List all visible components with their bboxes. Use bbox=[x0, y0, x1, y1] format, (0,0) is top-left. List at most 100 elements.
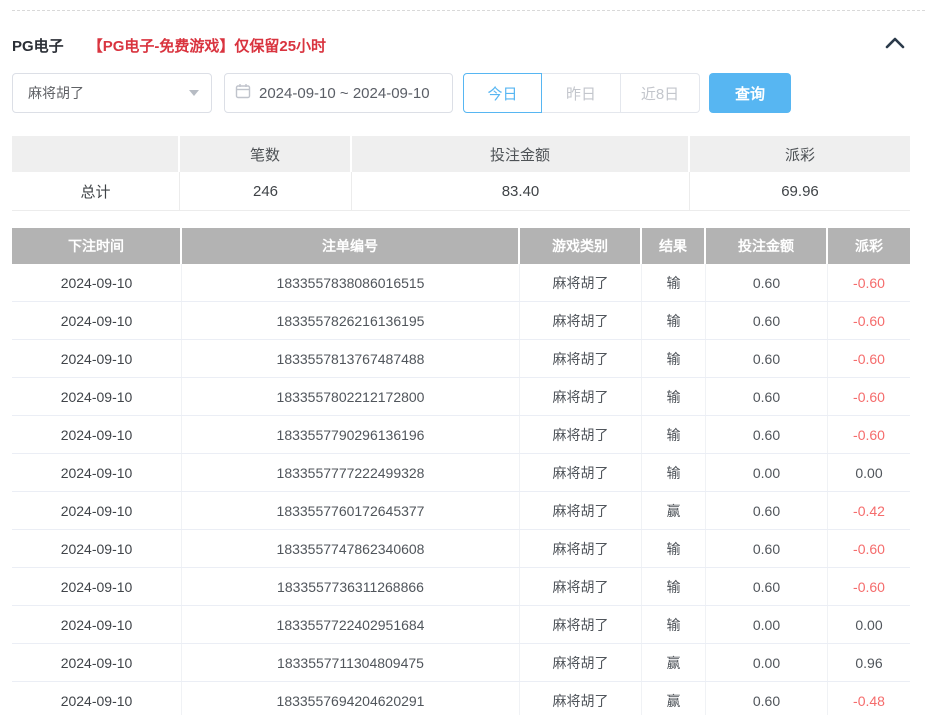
summary-table: 笔数 投注金额 派彩 总计 246 83.40 69.96 bbox=[12, 136, 910, 211]
panel-title: PG电子 bbox=[12, 35, 64, 56]
game-type-cell: 麻将胡了 bbox=[520, 340, 642, 377]
game-select[interactable]: 麻将胡了 bbox=[12, 73, 212, 113]
bet-time-cell: 2024-09-10 bbox=[12, 644, 182, 681]
payout-cell: -0.60 bbox=[828, 568, 910, 605]
caret-down-icon bbox=[189, 90, 199, 96]
summary-total-payout: 69.96 bbox=[690, 172, 910, 210]
bet-amount-cell: 0.60 bbox=[706, 340, 828, 377]
bet-id-cell: 1833557813767487488 bbox=[182, 340, 520, 377]
result-cell: 输 bbox=[642, 568, 706, 605]
game-type-cell: 麻将胡了 bbox=[520, 606, 642, 643]
bet-time-cell: 2024-09-10 bbox=[12, 492, 182, 529]
result-cell: 输 bbox=[642, 340, 706, 377]
bet-id-cell: 1833557736311268866 bbox=[182, 568, 520, 605]
panel-header: PG电子 【PG电子-免费游戏】仅保留25小时 bbox=[12, 32, 910, 58]
bet-time-cell: 2024-09-10 bbox=[12, 264, 182, 301]
bet-id-cell: 1833557777222499328 bbox=[182, 454, 520, 491]
summary-total-row: 总计 246 83.40 69.96 bbox=[12, 172, 910, 211]
result-cell: 赢 bbox=[642, 682, 706, 715]
table-row: 2024-09-10 1833557826216136195 麻将胡了 输 0.… bbox=[12, 302, 910, 340]
game-type-cell: 麻将胡了 bbox=[520, 302, 642, 339]
table-row: 2024-09-10 1833557736311268866 麻将胡了 输 0.… bbox=[12, 568, 910, 606]
game-type-cell: 麻将胡了 bbox=[520, 530, 642, 567]
bet-amount-cell: 0.60 bbox=[706, 264, 828, 301]
summary-total-count: 246 bbox=[180, 172, 352, 210]
result-cell: 输 bbox=[642, 454, 706, 491]
bet-amount-cell: 0.60 bbox=[706, 568, 828, 605]
result-cell: 输 bbox=[642, 378, 706, 415]
result-cell: 赢 bbox=[642, 492, 706, 529]
table-row: 2024-09-10 1833557747862340608 麻将胡了 输 0.… bbox=[12, 530, 910, 568]
filter-bar: 麻将胡了 2024-09-10 ~ 2024-09-10 今日 昨日 近8日 查… bbox=[12, 73, 910, 113]
quick-range-group: 今日 昨日 近8日 bbox=[463, 73, 700, 113]
bet-amount-cell: 0.60 bbox=[706, 302, 828, 339]
result-cell: 输 bbox=[642, 302, 706, 339]
bet-id-cell: 1833557802212172800 bbox=[182, 378, 520, 415]
panel-notice: 【PG电子-免费游戏】仅保留25小时 bbox=[88, 35, 326, 56]
summary-col-bet-amount: 投注金额 bbox=[352, 136, 690, 172]
table-row: 2024-09-10 1833557722402951684 麻将胡了 输 0.… bbox=[12, 606, 910, 644]
game-type-cell: 麻将胡了 bbox=[520, 568, 642, 605]
result-cell: 输 bbox=[642, 416, 706, 453]
table-row: 2024-09-10 1833557711304809475 麻将胡了 赢 0.… bbox=[12, 644, 910, 682]
payout-cell: -0.60 bbox=[828, 340, 910, 377]
date-range-value: 2024-09-10 ~ 2024-09-10 bbox=[259, 85, 430, 102]
summary-total-label: 总计 bbox=[12, 172, 180, 210]
payout-cell: -0.60 bbox=[828, 530, 910, 567]
summary-col-empty bbox=[12, 136, 180, 172]
table-row: 2024-09-10 1833557813767487488 麻将胡了 输 0.… bbox=[12, 340, 910, 378]
date-range-input[interactable]: 2024-09-10 ~ 2024-09-10 bbox=[224, 73, 453, 113]
payout-cell: 0.96 bbox=[828, 644, 910, 681]
bet-time-cell: 2024-09-10 bbox=[12, 568, 182, 605]
bet-id-cell: 1833557838086016515 bbox=[182, 264, 520, 301]
bet-amount-cell: 0.60 bbox=[706, 492, 828, 529]
chevron-up-icon bbox=[884, 36, 906, 54]
summary-col-count: 笔数 bbox=[180, 136, 352, 172]
result-cell: 输 bbox=[642, 530, 706, 567]
table-row: 2024-09-10 1833557802212172800 麻将胡了 输 0.… bbox=[12, 378, 910, 416]
col-payout: 派彩 bbox=[828, 228, 910, 264]
col-result: 结果 bbox=[642, 228, 706, 264]
payout-cell: -0.48 bbox=[828, 682, 910, 715]
summary-header-row: 笔数 投注金额 派彩 bbox=[12, 136, 910, 172]
table-row: 2024-09-10 1833557838086016515 麻将胡了 输 0.… bbox=[12, 264, 910, 302]
game-type-cell: 麻将胡了 bbox=[520, 644, 642, 681]
last8days-button[interactable]: 近8日 bbox=[621, 73, 700, 113]
yesterday-button[interactable]: 昨日 bbox=[542, 73, 621, 113]
bet-id-cell: 1833557826216136195 bbox=[182, 302, 520, 339]
bet-id-cell: 1833557722402951684 bbox=[182, 606, 520, 643]
bet-id-cell: 1833557790296136196 bbox=[182, 416, 520, 453]
bet-time-cell: 2024-09-10 bbox=[12, 606, 182, 643]
payout-cell: -0.60 bbox=[828, 264, 910, 301]
payout-cell: 0.00 bbox=[828, 454, 910, 491]
bet-time-cell: 2024-09-10 bbox=[12, 302, 182, 339]
payout-cell: -0.60 bbox=[828, 416, 910, 453]
col-bet-id: 注单编号 bbox=[182, 228, 520, 264]
result-cell: 输 bbox=[642, 606, 706, 643]
game-type-cell: 麻将胡了 bbox=[520, 378, 642, 415]
collapse-button[interactable] bbox=[880, 32, 910, 58]
bet-time-cell: 2024-09-10 bbox=[12, 530, 182, 567]
dashed-divider bbox=[12, 10, 925, 11]
bet-amount-cell: 0.60 bbox=[706, 416, 828, 453]
game-select-value: 麻将胡了 bbox=[28, 83, 84, 103]
result-cell: 赢 bbox=[642, 644, 706, 681]
bet-id-cell: 1833557694204620291 bbox=[182, 682, 520, 715]
bet-table-header-row: 下注时间 注单编号 游戏类别 结果 投注金额 派彩 bbox=[12, 228, 910, 264]
table-row: 2024-09-10 1833557777222499328 麻将胡了 输 0.… bbox=[12, 454, 910, 492]
col-bet-amount: 投注金额 bbox=[706, 228, 828, 264]
bet-id-cell: 1833557760172645377 bbox=[182, 492, 520, 529]
bet-time-cell: 2024-09-10 bbox=[12, 416, 182, 453]
payout-cell: -0.60 bbox=[828, 378, 910, 415]
table-row: 2024-09-10 1833557760172645377 麻将胡了 赢 0.… bbox=[12, 492, 910, 530]
bet-id-cell: 1833557747862340608 bbox=[182, 530, 520, 567]
calendar-icon bbox=[235, 83, 259, 103]
query-button[interactable]: 查询 bbox=[709, 73, 791, 113]
today-button[interactable]: 今日 bbox=[463, 73, 542, 113]
result-cell: 输 bbox=[642, 264, 706, 301]
bet-amount-cell: 0.60 bbox=[706, 530, 828, 567]
bet-amount-cell: 0.60 bbox=[706, 378, 828, 415]
bet-amount-cell: 0.00 bbox=[706, 644, 828, 681]
table-row: 2024-09-10 1833557694204620291 麻将胡了 赢 0.… bbox=[12, 682, 910, 715]
bet-time-cell: 2024-09-10 bbox=[12, 340, 182, 377]
